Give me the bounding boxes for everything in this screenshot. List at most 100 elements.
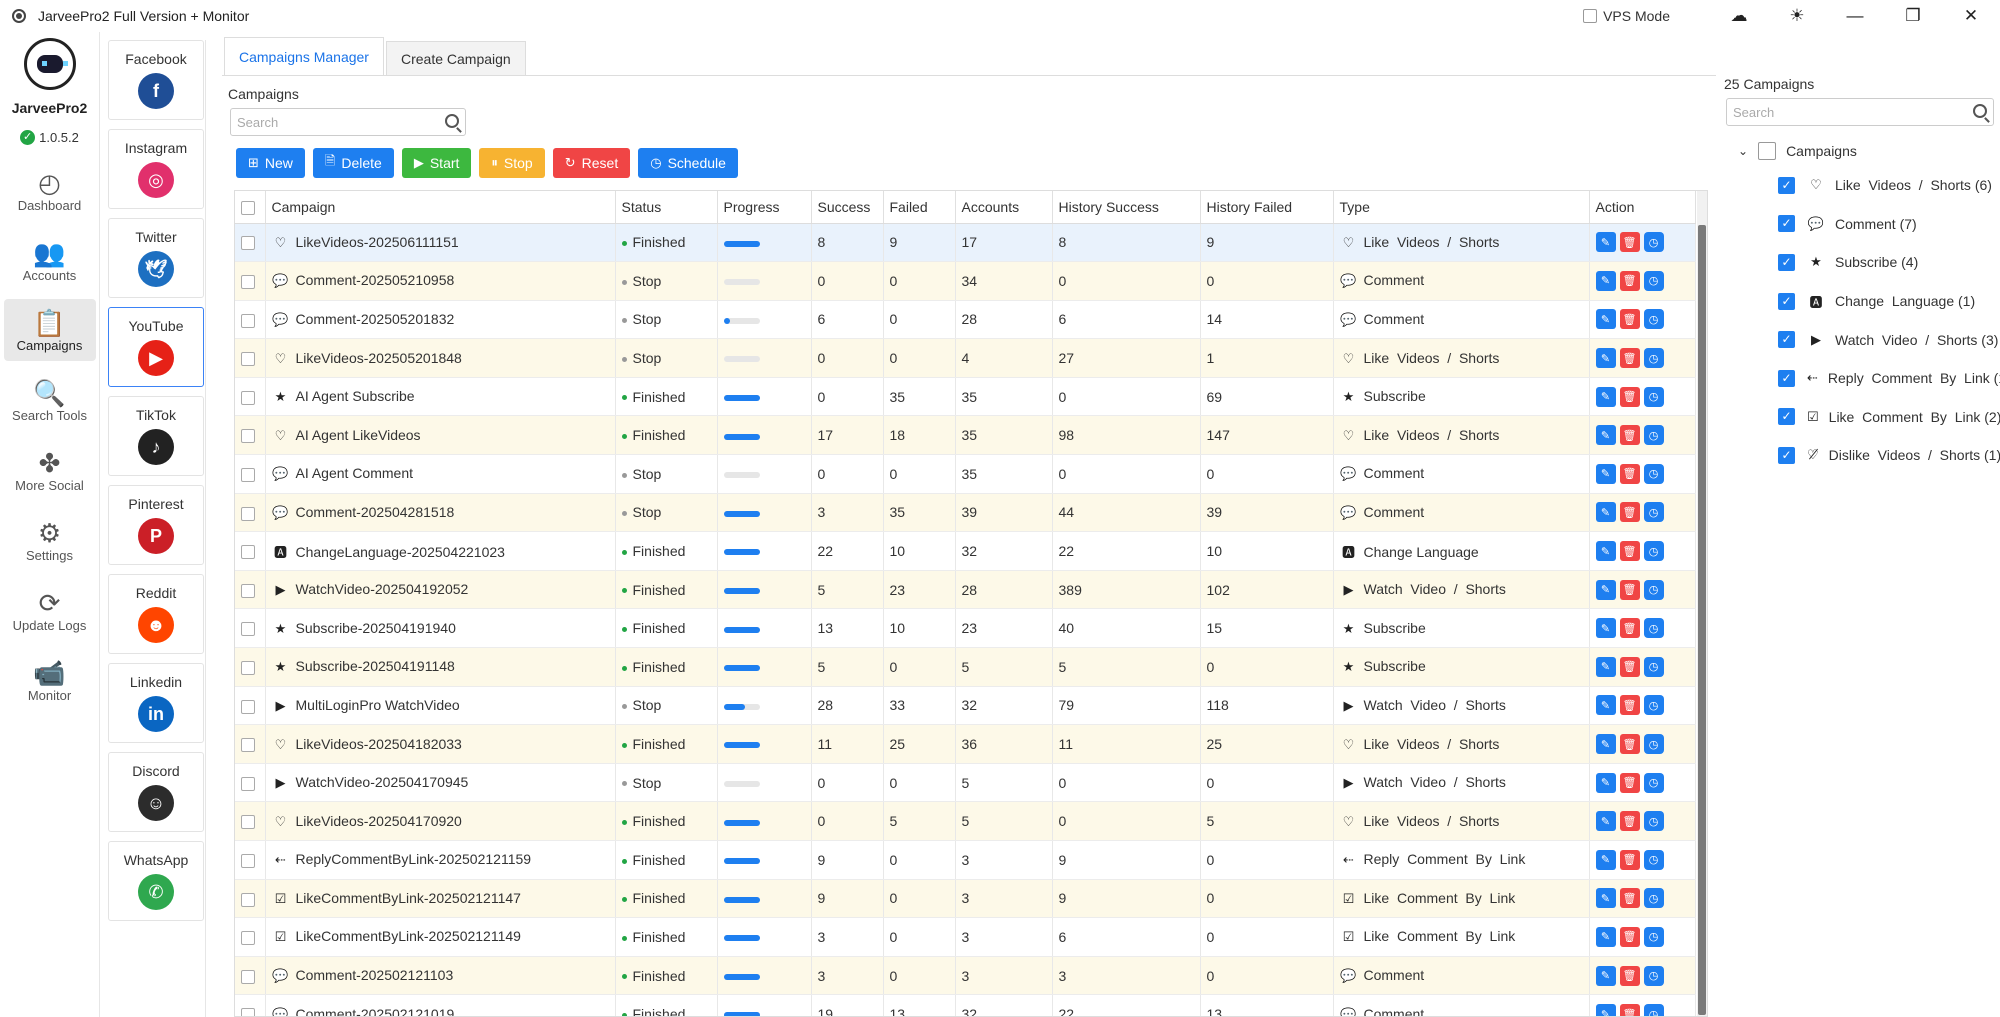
edit-icon[interactable]: ✎: [1595, 811, 1616, 832]
table-row[interactable]: ☑ LikeCommentByLink-202502121147 Finished 9…: [235, 879, 1696, 919]
table-row[interactable]: ▶ WatchVideo-202504170945 Stop 0 0 5 0 0 ▶ Watch …: [235, 763, 1696, 803]
edit-icon[interactable]: ✎: [1595, 502, 1616, 523]
trash-icon[interactable]: 🗑: [1619, 926, 1640, 947]
table-row[interactable]: 💬 Comment-202502121019 Finished 19 13 32 22 13 💬…: [235, 994, 1696, 1016]
trash-icon[interactable]: 🗑: [1619, 888, 1640, 909]
trash-icon[interactable]: 🗑: [1619, 849, 1640, 870]
tree-item-checkbox[interactable]: ✓: [1778, 331, 1795, 349]
search-icon[interactable]: [1973, 104, 1987, 118]
nav-item-more-social[interactable]: ✤ More Social: [4, 439, 96, 501]
row-checkbox-cell[interactable]: [235, 377, 266, 417]
select-all-cell[interactable]: [235, 191, 266, 224]
trash-icon[interactable]: 🗑: [1619, 425, 1640, 446]
table-row[interactable]: ☑ LikeCommentByLink-202502121149 Finished 3…: [235, 917, 1696, 957]
delete-button[interactable]: 🗎 Delete: [312, 148, 394, 178]
trash-icon[interactable]: 🗑: [1619, 811, 1640, 832]
edit-icon[interactable]: ✎: [1595, 695, 1616, 716]
tree-item-checkbox[interactable]: ✓: [1778, 215, 1795, 233]
schedule-icon[interactable]: ◷: [1643, 656, 1664, 677]
social-linkedin[interactable]: Linkedin in: [108, 663, 204, 743]
header-success[interactable]: Success: [811, 191, 884, 224]
row-checkbox[interactable]: [241, 853, 255, 868]
campaign-search-input[interactable]: Search: [230, 108, 466, 136]
edit-icon[interactable]: ✎: [1595, 309, 1616, 330]
schedule-icon[interactable]: ◷: [1643, 695, 1664, 716]
row-checkbox[interactable]: [241, 390, 255, 405]
row-checkbox[interactable]: [241, 776, 255, 791]
filter-search-input[interactable]: Search: [1726, 98, 1994, 126]
row-checkbox-cell[interactable]: [235, 223, 266, 263]
row-checkbox[interactable]: [241, 583, 255, 598]
campaign-cell[interactable]: 💬 Comment-202505210958: [265, 261, 616, 301]
stop-button[interactable]: ⏸ Stop: [479, 148, 545, 178]
row-checkbox-cell[interactable]: [235, 879, 266, 919]
row-checkbox-cell[interactable]: [235, 454, 266, 494]
trash-icon[interactable]: 🗑: [1619, 579, 1640, 600]
social-pinterest[interactable]: Pinterest P: [108, 485, 204, 565]
row-checkbox[interactable]: [241, 738, 255, 753]
table-row[interactable]: 💬 Comment-202505210958 Stop 0 0 34 0 0 💬 Comment ✎…: [235, 261, 1696, 301]
edit-icon[interactable]: ✎: [1595, 541, 1616, 562]
social-twitter[interactable]: Twitter 🕊: [108, 218, 204, 298]
search-icon[interactable]: [445, 114, 459, 128]
table-row[interactable]: 🅰 ChangeLanguage-202504221023 Finished 22 10…: [235, 531, 1696, 571]
trash-icon[interactable]: 🗑: [1619, 348, 1640, 369]
social-facebook[interactable]: Facebook f: [108, 40, 204, 120]
schedule-icon[interactable]: ◷: [1643, 849, 1664, 870]
row-checkbox-cell[interactable]: [235, 724, 266, 764]
trash-icon[interactable]: 🗑: [1619, 463, 1640, 484]
vps-mode-toggle[interactable]: VPS Mode: [1583, 8, 1670, 24]
new-button[interactable]: ⊞ New: [236, 148, 305, 178]
edit-icon[interactable]: ✎: [1595, 772, 1616, 793]
header-status[interactable]: Status: [615, 191, 718, 224]
schedule-button[interactable]: ◷ Schedule: [638, 148, 738, 178]
tree-root[interactable]: ⌄ Campaigns: [1738, 142, 2000, 160]
edit-icon[interactable]: ✎: [1595, 734, 1616, 755]
row-checkbox-cell[interactable]: [235, 994, 266, 1016]
campaign-cell[interactable]: ⇠ ReplyCommentByLink-202502121159: [265, 840, 616, 880]
edit-icon[interactable]: ✎: [1595, 965, 1616, 986]
tree-item-checkbox[interactable]: ✓: [1778, 369, 1795, 387]
table-row[interactable]: 💬 Comment-202502121103 Finished 3 0 3 3 0 💬 Comme…: [235, 956, 1696, 996]
row-checkbox[interactable]: [241, 699, 255, 714]
trash-icon[interactable]: 🗑: [1619, 965, 1640, 986]
edit-icon[interactable]: ✎: [1595, 618, 1616, 639]
table-row[interactable]: ★ AI Agent Subscribe Finished 0 35 35 0 69 ★ Subs…: [235, 377, 1696, 417]
tree-item-checkbox[interactable]: ✓: [1778, 446, 1795, 464]
social-instagram[interactable]: Instagram ◎: [108, 129, 204, 209]
row-checkbox-cell[interactable]: [235, 608, 266, 649]
table-row[interactable]: ★ Subscribe-202504191148 Finished 5 0 5 5 0 ★ Sub…: [235, 647, 1696, 687]
row-checkbox[interactable]: [241, 815, 255, 830]
row-checkbox-cell[interactable]: [235, 686, 266, 726]
header-history-failed[interactable]: History Failed: [1200, 191, 1334, 224]
header-history-success[interactable]: History Success: [1052, 191, 1201, 224]
table-row[interactable]: ♡ LikeVideos-202504182033 Finished 11 25 36 11…: [235, 724, 1696, 764]
trash-icon[interactable]: 🗑: [1619, 502, 1640, 523]
row-checkbox-cell[interactable]: [235, 840, 266, 880]
schedule-icon[interactable]: ◷: [1643, 734, 1664, 755]
schedule-icon[interactable]: ◷: [1643, 888, 1664, 909]
trash-icon[interactable]: 🗑: [1619, 309, 1640, 330]
theme-sun-icon[interactable]: ☀: [1768, 0, 1826, 32]
trash-icon[interactable]: 🗑: [1619, 734, 1640, 755]
campaign-cell[interactable]: 💬 Comment-202502121103: [265, 956, 616, 996]
tab-create-campaign[interactable]: Create Campaign: [385, 41, 526, 75]
campaign-cell[interactable]: ▶ MultiLoginPro WatchVideo: [265, 686, 616, 726]
header-progress[interactable]: Progress: [717, 191, 812, 224]
row-checkbox[interactable]: [241, 506, 255, 521]
social-discord[interactable]: Discord ☺: [108, 752, 204, 832]
schedule-icon[interactable]: ◷: [1643, 541, 1664, 562]
schedule-icon[interactable]: ◷: [1643, 386, 1664, 407]
trash-icon[interactable]: 🗑: [1619, 386, 1640, 407]
minimize-button[interactable]: —: [1826, 0, 1884, 32]
campaign-cell[interactable]: ▶ WatchVideo-202504192052: [265, 570, 616, 610]
table-row[interactable]: ⇠ ReplyCommentByLink-202502121159 Finished…: [235, 840, 1696, 880]
tree-item[interactable]: ✓ ⇠ Reply Comment By Link (1): [1778, 359, 2000, 398]
tree-item-checkbox[interactable]: ✓: [1778, 408, 1795, 426]
tree-item[interactable]: ✓ 💬 Comment (7): [1778, 205, 2000, 244]
tab-campaigns-manager[interactable]: Campaigns Manager: [224, 37, 384, 75]
schedule-icon[interactable]: ◷: [1643, 926, 1664, 947]
edit-icon[interactable]: ✎: [1595, 232, 1616, 253]
tree-item[interactable]: ✓ ♡̸ Dislike Videos / Shorts (1): [1778, 436, 2000, 475]
row-checkbox-cell[interactable]: [235, 917, 266, 957]
